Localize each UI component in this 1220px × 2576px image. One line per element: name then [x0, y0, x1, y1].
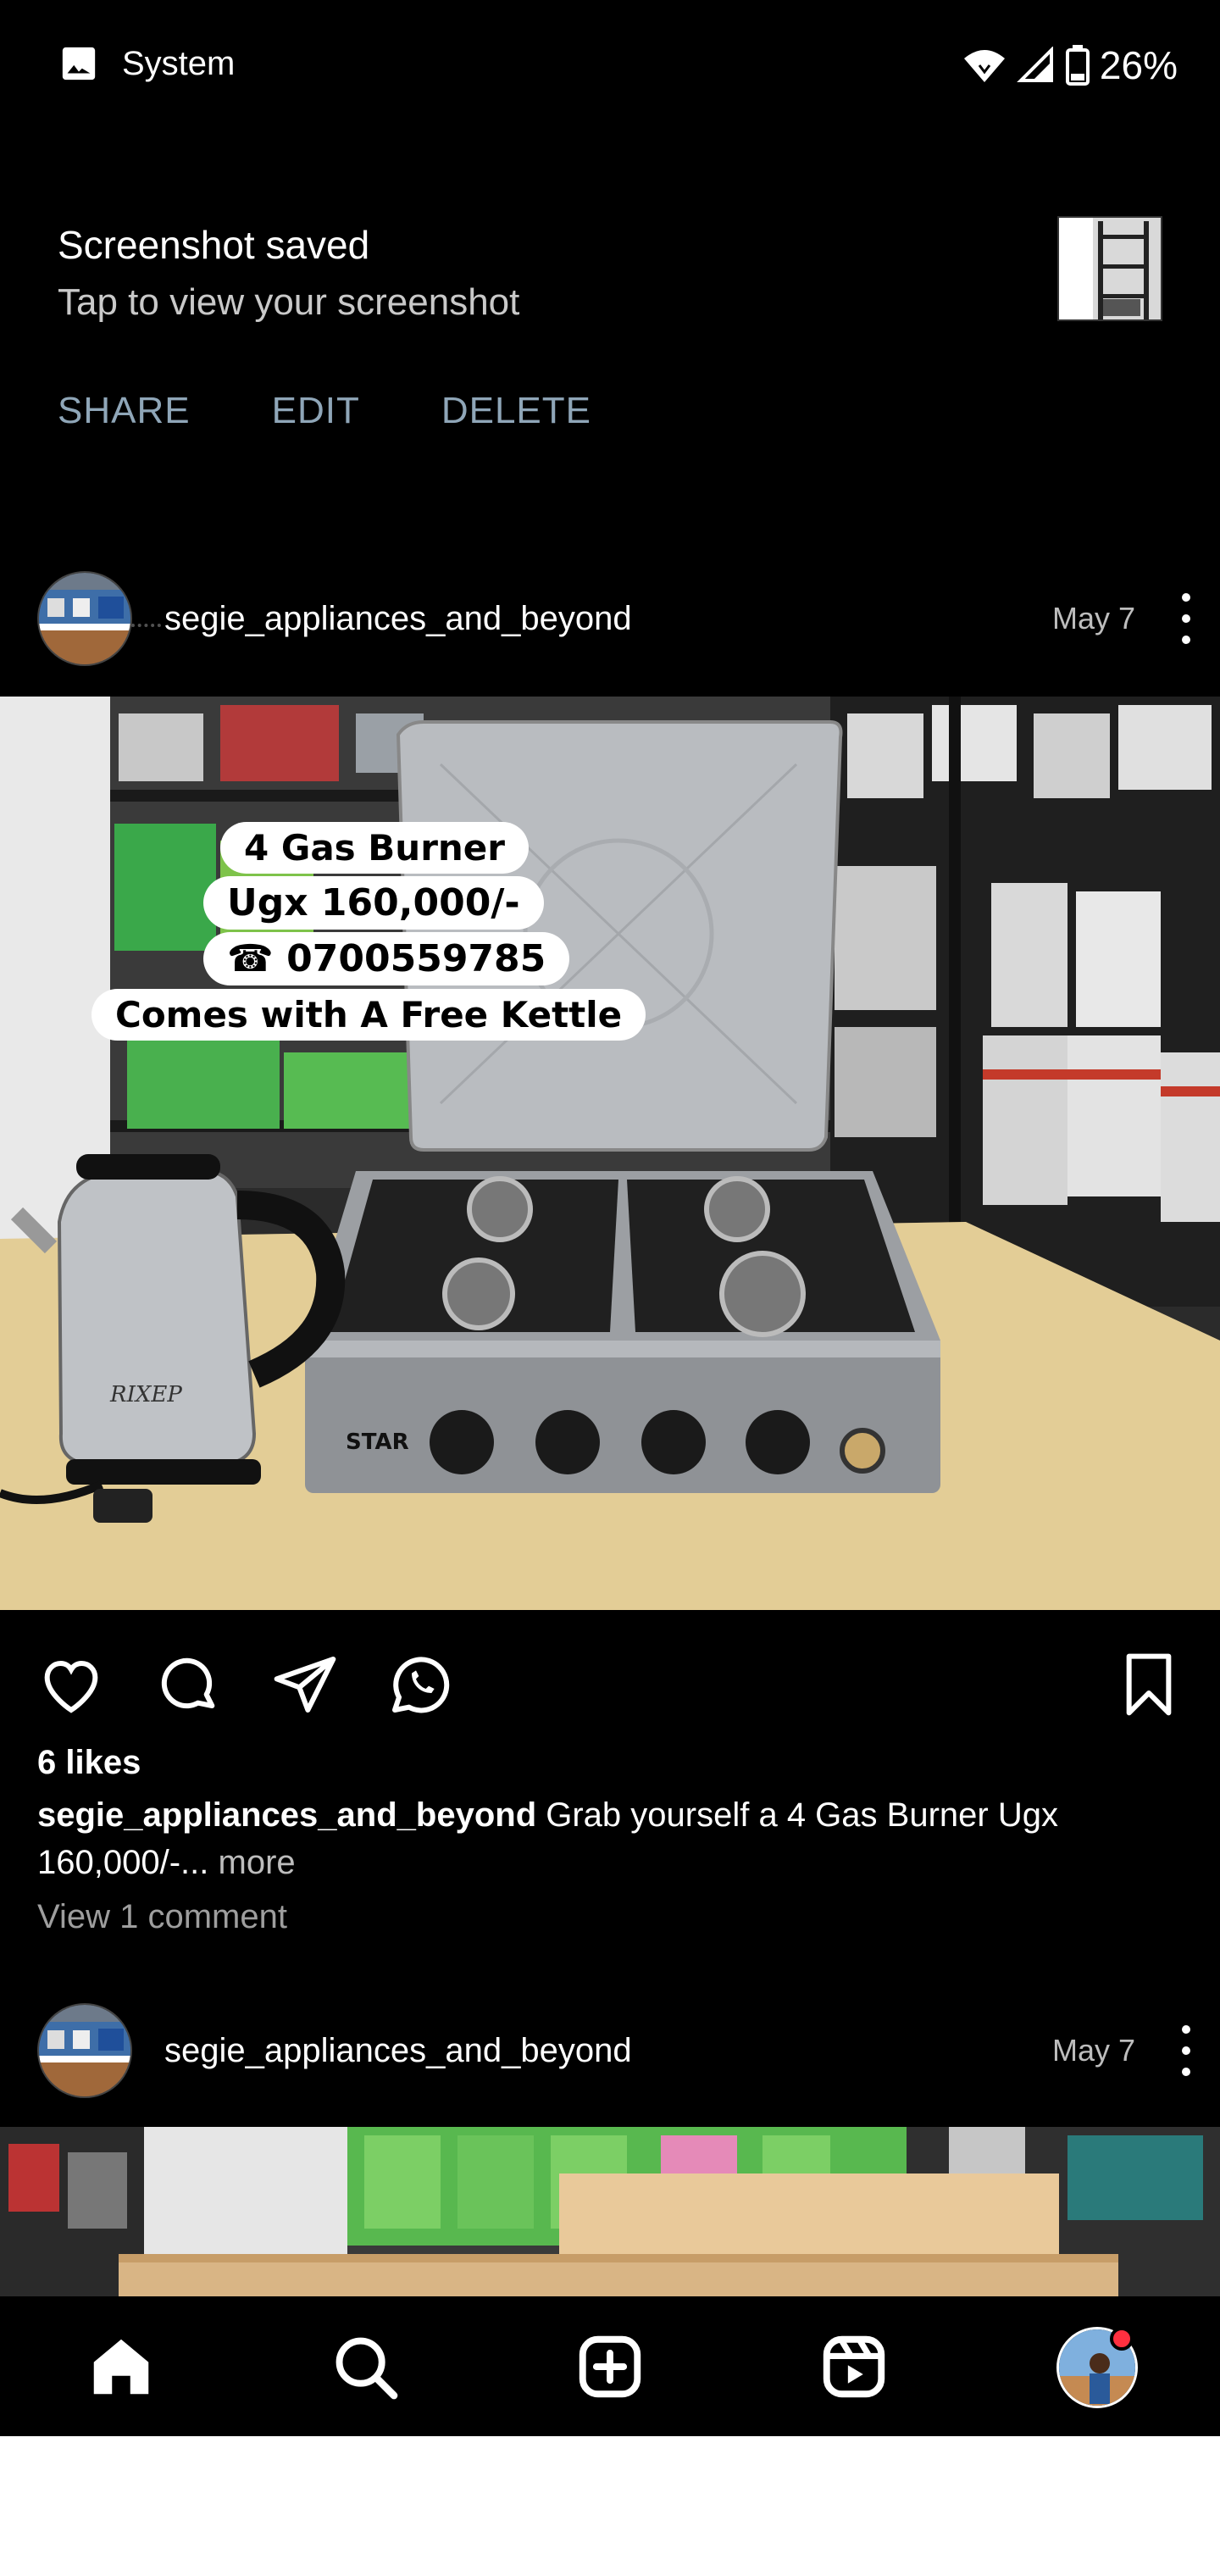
- post-username[interactable]: segie_appliances_and_beyond: [164, 600, 632, 638]
- screenshot-thumbnail[interactable]: [1057, 216, 1162, 321]
- post-image[interactable]: STAR RIXEP 4 Gas Burner Ugx 160,000/- ☎ …: [0, 697, 1220, 1610]
- post-date: May 7: [1051, 601, 1135, 636]
- view-comments-link[interactable]: View 1 comment: [37, 1898, 287, 1936]
- post-date: May 7: [1051, 2033, 1135, 2068]
- status-left: System: [59, 44, 235, 83]
- screenshot-notification[interactable]: Screenshot saved Tap to view your screen…: [0, 136, 1220, 627]
- likes-count[interactable]: 6 likes: [37, 1744, 141, 1782]
- notification-source: System: [122, 44, 236, 82]
- post-username[interactable]: segie_appliances_and_beyond: [164, 2032, 632, 2070]
- overlay-price: Ugx 160,000/-: [203, 876, 544, 930]
- delete-button[interactable]: DELETE: [441, 390, 591, 432]
- product-photo: STAR RIXEP: [0, 697, 1220, 1610]
- notification-subtitle: Tap to view your screenshot: [58, 281, 520, 323]
- post-actions: [0, 1635, 1220, 1729]
- wifi-icon: [963, 50, 1005, 82]
- thumbnail-image: [1059, 218, 1161, 319]
- post-caption[interactable]: segie_appliances_and_beyond Grab yoursel…: [37, 1791, 1190, 1886]
- avatar[interactable]: [37, 2003, 132, 2098]
- more-options-icon[interactable]: [1178, 593, 1195, 644]
- edit-button[interactable]: EDIT: [272, 390, 360, 432]
- home-icon[interactable]: [85, 2330, 158, 2403]
- battery-percent: 26%: [1099, 43, 1178, 87]
- status-right: 26%: [962, 42, 1178, 88]
- bottom-navigation: [0, 2296, 1220, 2436]
- whatsapp-icon[interactable]: [386, 1651, 454, 1718]
- avatar[interactable]: [37, 571, 132, 666]
- share-button[interactable]: SHARE: [58, 390, 191, 432]
- avatar-image: [39, 573, 130, 664]
- bookmark-icon[interactable]: [1115, 1651, 1183, 1718]
- more-options-icon[interactable]: [1178, 2025, 1195, 2076]
- kettle-brand: RIXEP: [109, 1382, 182, 1407]
- battery-icon: [1065, 45, 1090, 86]
- notification-title: Screenshot saved: [58, 223, 370, 267]
- notification-dot: [1110, 2327, 1134, 2351]
- avatar-image: [39, 2005, 130, 2096]
- stove-brand: STAR: [346, 1430, 409, 1455]
- create-icon[interactable]: [574, 2330, 646, 2403]
- post-header-2: segie_appliances_and_beyond May 7: [0, 1987, 1220, 2114]
- screen: System 26% Screenshot saved Tap to view …: [0, 0, 1220, 2436]
- overlay-offer: Comes with A Free Kettle: [92, 989, 646, 1041]
- signal-icon: [1017, 47, 1053, 82]
- caption-username[interactable]: segie_appliances_and_beyond: [37, 1796, 536, 1834]
- caption-more-link[interactable]: more: [219, 1844, 296, 1881]
- like-icon[interactable]: [37, 1651, 105, 1718]
- image-icon: [62, 47, 96, 80]
- post-header: segie_appliances_and_beyond May 7: [0, 555, 1220, 682]
- overlay-phone: ☎ 0700559785: [203, 932, 570, 985]
- comment-icon[interactable]: [154, 1651, 222, 1718]
- overlay-title: 4 Gas Burner: [220, 822, 530, 874]
- product-photo-2: [0, 2127, 1220, 2296]
- status-bar: System 26%: [0, 0, 1220, 136]
- search-icon[interactable]: [329, 2330, 402, 2403]
- post-image-2[interactable]: [0, 2127, 1220, 2296]
- share-icon[interactable]: [271, 1651, 339, 1718]
- notification-actions: SHARE EDIT DELETE: [58, 390, 591, 432]
- reels-icon[interactable]: [818, 2330, 890, 2403]
